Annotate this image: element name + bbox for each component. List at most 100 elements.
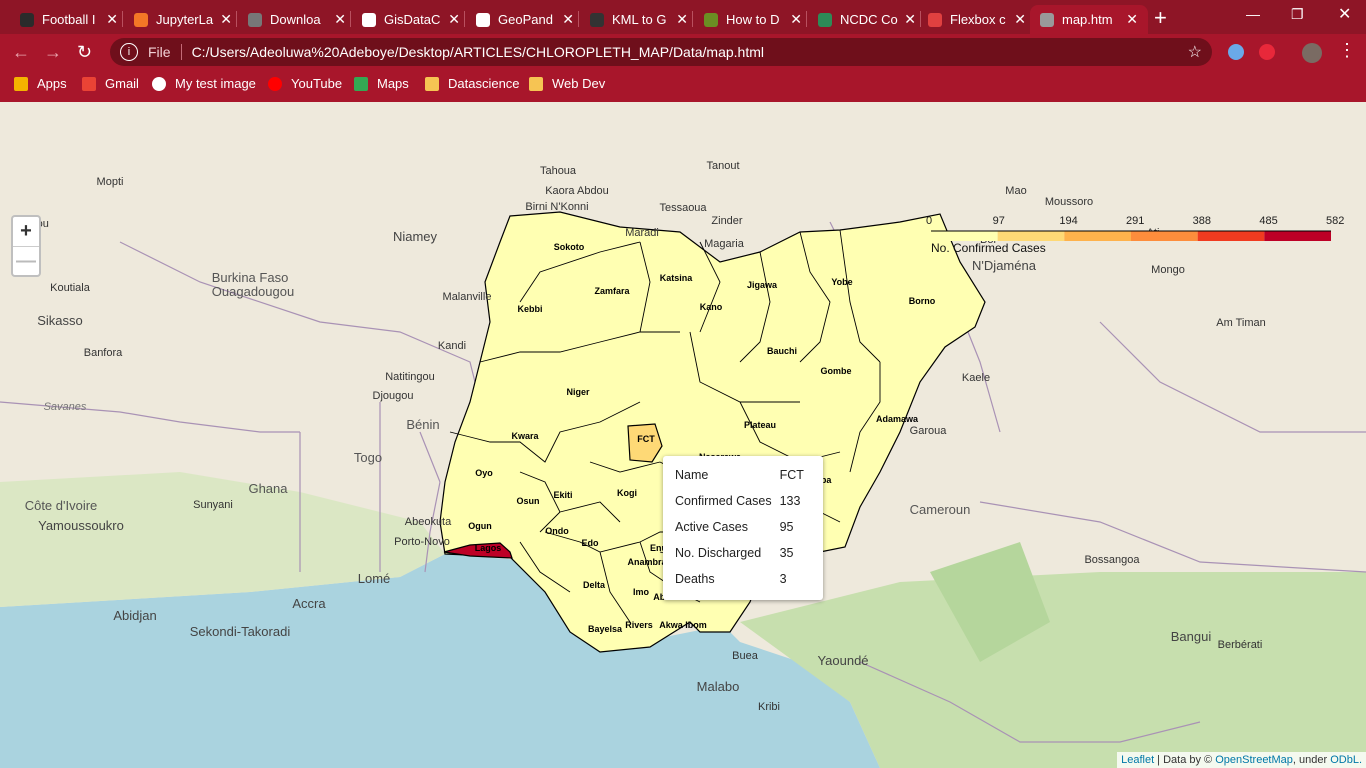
bookmark-item[interactable]: Datascience [425, 76, 520, 91]
bookmark-item[interactable]: My test image [152, 76, 256, 91]
reload-button[interactable]: ↻ [77, 42, 92, 63]
place-label: Ouagadougou [212, 284, 294, 299]
close-tab-icon[interactable]: ✕ [106, 12, 118, 26]
zoom-out-button[interactable]: — [13, 247, 39, 276]
leaflet-map[interactable]: Sokoto Zamfara Katsina Kano Jigawa Yobe Borno K… [0, 102, 1366, 768]
forward-button[interactable]: → [44, 42, 62, 63]
tooltip-field: Name [675, 468, 709, 482]
close-window-button[interactable]: ✕ [1338, 4, 1351, 24]
place-label: Togo [354, 450, 382, 465]
browser-tab[interactable]: GisDataC ✕ [352, 5, 470, 34]
close-tab-icon[interactable]: ✕ [1126, 12, 1138, 26]
divider [180, 44, 182, 60]
state-label: Sokoto [554, 242, 585, 252]
url-text[interactable]: C:/Users/Adeoluwa%20Adeboye/Desktop/ARTI… [192, 44, 764, 60]
jupyter-icon [134, 12, 148, 27]
state-label: Lagos [475, 543, 502, 553]
extension-icon[interactable] [1228, 44, 1244, 60]
state-label: Akwa Ibom [659, 620, 707, 630]
bookmark-item[interactable]: Web Dev [529, 76, 605, 91]
odbl-link[interactable]: ODbL. [1330, 754, 1362, 766]
place-label: Tahoua [540, 165, 577, 177]
kp-icon [928, 12, 942, 27]
close-tab-icon[interactable]: ✕ [904, 12, 916, 26]
new-tab-button[interactable]: + [1154, 5, 1167, 31]
place-label: Maradi [625, 227, 659, 239]
github-icon [362, 12, 376, 27]
tab-title: NCDC Co [840, 12, 898, 27]
state-label: Imo [633, 587, 650, 597]
osm-link[interactable]: OpenStreetMap [1215, 754, 1293, 766]
maximize-button[interactable]: ❐ [1291, 6, 1304, 23]
state-label: Niger [566, 387, 590, 397]
address-bar[interactable]: i File C:/Users/Adeoluwa%20Adeboye/Deskt… [110, 38, 1212, 66]
browser-tab[interactable]: NCDC Co ✕ [808, 5, 926, 34]
avatar[interactable] [1302, 43, 1322, 63]
attribution-text: | Data by © [1154, 754, 1216, 766]
tab-title: How to D [726, 12, 780, 27]
tab-separator [350, 11, 351, 27]
state-label: Edo [582, 538, 600, 548]
tab-title: map.htm [1062, 12, 1113, 27]
state-label: Plateau [744, 420, 776, 430]
back-button[interactable]: ← [12, 42, 30, 63]
info-icon[interactable]: i [120, 43, 138, 61]
close-tab-icon[interactable]: ✕ [220, 12, 232, 26]
state-label: Kogi [617, 488, 637, 498]
place-label: Malabo [697, 679, 740, 694]
zoom-in-button[interactable]: + [13, 217, 39, 247]
browser-tab[interactable]: GeoPand ✕ [466, 5, 584, 34]
football-site-icon [20, 12, 34, 27]
state-label: Rivers [625, 620, 653, 630]
bookmark-star-icon[interactable]: ☆ [1188, 42, 1202, 62]
bookmark-item[interactable]: Gmail [82, 76, 139, 91]
globe-icon [248, 12, 262, 27]
minimize-button[interactable]: — [1246, 6, 1260, 22]
leaflet-link[interactable]: Leaflet [1121, 754, 1154, 766]
close-tab-icon[interactable]: ✕ [1014, 12, 1026, 26]
bookmark-item[interactable]: Apps [14, 76, 67, 91]
legend-swatch [1131, 231, 1198, 241]
bookmark-label: Apps [37, 76, 67, 91]
tooltip-field: No. Discharged [675, 546, 762, 560]
adblock-icon[interactable] [1259, 44, 1275, 60]
menu-kebab-icon[interactable]: ⋮ [1338, 40, 1356, 61]
globe-icon [152, 76, 166, 91]
place-label: Yamoussoukro [38, 518, 124, 533]
browser-tab[interactable]: How to D ✕ [694, 5, 812, 34]
place-label: Djougou [373, 390, 414, 402]
youtube-icon [268, 76, 282, 91]
bookmark-label: Maps [377, 76, 409, 91]
state-label: Borno [909, 296, 936, 306]
map-svg: Sokoto Zamfara Katsina Kano Jigawa Yobe Borno K… [0, 160, 1366, 768]
browser-tab[interactable]: Football I ✕ [10, 5, 128, 34]
state-label: Zamfara [594, 286, 630, 296]
tab-title: JupyterLa [156, 12, 214, 27]
bookmark-item[interactable]: Maps [354, 76, 409, 91]
browser-tab[interactable]: Downloa ✕ [238, 5, 356, 34]
tooltip-value: 133 [779, 494, 801, 508]
close-tab-icon[interactable]: ✕ [334, 12, 346, 26]
tab-title: KML to G [612, 12, 667, 27]
close-tab-icon[interactable]: ✕ [562, 12, 574, 26]
legend-swatch [1264, 231, 1331, 241]
legend-swatch [997, 231, 1065, 241]
bookmark-item[interactable]: YouTube [268, 76, 342, 91]
browser-tab[interactable]: JupyterLa ✕ [124, 5, 242, 34]
tab-separator [578, 11, 579, 27]
close-tab-icon[interactable]: ✕ [790, 12, 802, 26]
legend-tick: 582 [1326, 215, 1345, 227]
tab-title: GisDataC [384, 12, 441, 27]
close-tab-icon[interactable]: ✕ [676, 12, 688, 26]
browser-tab[interactable]: KML to G ✕ [580, 5, 698, 34]
place-label: Kaele [962, 372, 990, 384]
place-label: Zinder [711, 215, 743, 227]
place-label: Kribi [758, 701, 780, 713]
state-label: FCT [637, 434, 655, 444]
bookmarks-bar: Apps Gmail My test image YouTube Maps Datasci… [0, 70, 1366, 102]
place-label: Kaora Abdou [545, 185, 609, 197]
close-tab-icon[interactable]: ✕ [448, 12, 460, 26]
browser-tab[interactable]: map.htm ✕ [1030, 5, 1148, 34]
state-label: Yobe [831, 277, 852, 287]
browser-tab[interactable]: Flexbox c ✕ [918, 5, 1036, 34]
